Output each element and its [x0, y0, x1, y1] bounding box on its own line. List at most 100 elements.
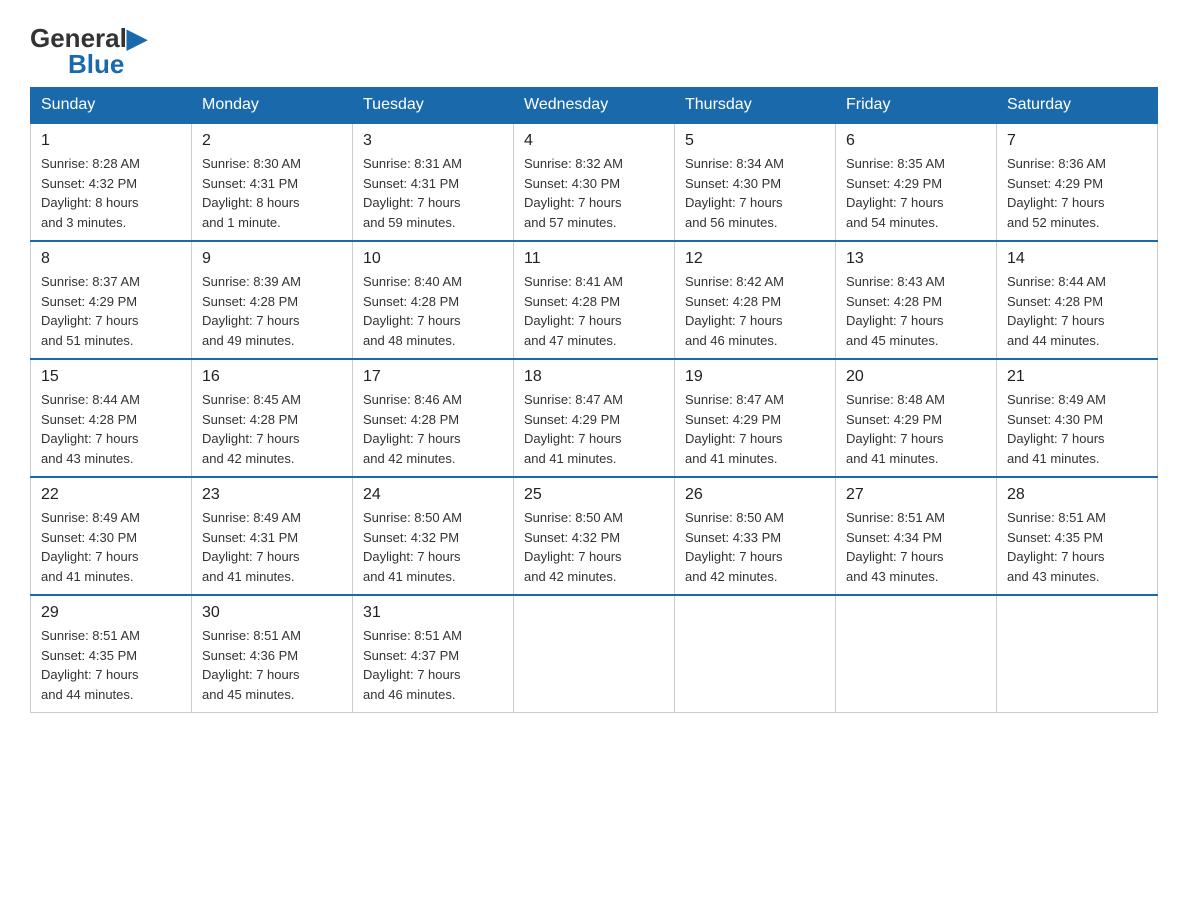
day-number: 4 — [524, 132, 664, 150]
day-info: Sunrise: 8:30 AMSunset: 4:31 PMDaylight:… — [202, 154, 342, 232]
day-info: Sunrise: 8:44 AMSunset: 4:28 PMDaylight:… — [1007, 272, 1147, 350]
day-number: 23 — [202, 486, 342, 504]
day-number: 24 — [363, 486, 503, 504]
day-number: 11 — [524, 250, 664, 268]
day-number: 8 — [41, 250, 181, 268]
day-number: 22 — [41, 486, 181, 504]
day-info: Sunrise: 8:51 AMSunset: 4:35 PMDaylight:… — [1007, 508, 1147, 586]
day-number: 18 — [524, 368, 664, 386]
day-number: 2 — [202, 132, 342, 150]
calendar-week-row: 29 Sunrise: 8:51 AMSunset: 4:35 PMDayligh… — [31, 595, 1158, 713]
day-number: 21 — [1007, 368, 1147, 386]
calendar-week-row: 15 Sunrise: 8:44 AMSunset: 4:28 PMDayligh… — [31, 359, 1158, 477]
day-info: Sunrise: 8:48 AMSunset: 4:29 PMDaylight:… — [846, 390, 986, 468]
calendar-day-cell: 29 Sunrise: 8:51 AMSunset: 4:35 PMDayligh… — [31, 595, 192, 713]
calendar-day-cell: 15 Sunrise: 8:44 AMSunset: 4:28 PMDayligh… — [31, 359, 192, 477]
calendar-week-row: 8 Sunrise: 8:37 AMSunset: 4:29 PMDaylight… — [31, 241, 1158, 359]
day-info: Sunrise: 8:42 AMSunset: 4:28 PMDaylight:… — [685, 272, 825, 350]
day-number: 5 — [685, 132, 825, 150]
calendar-day-cell: 16Sunrise: 8:45 AMSunset: 4:28 PMDayligh… — [192, 359, 353, 477]
day-info: Sunrise: 8:50 AMSunset: 4:32 PMDaylight:… — [524, 508, 664, 586]
day-info: Sunrise: 8:41 AMSunset: 4:28 PMDaylight:… — [524, 272, 664, 350]
day-number: 28 — [1007, 486, 1147, 504]
empty-cell — [514, 595, 675, 713]
weekday-header-wednesday: Wednesday — [514, 88, 675, 124]
calendar-day-cell: 8 Sunrise: 8:37 AMSunset: 4:29 PMDaylight… — [31, 241, 192, 359]
day-number: 29 — [41, 604, 181, 622]
empty-cell — [836, 595, 997, 713]
logo: General▶ Blue — [30, 25, 147, 77]
day-info: Sunrise: 8:43 AMSunset: 4:28 PMDaylight:… — [846, 272, 986, 350]
logo-general-text: General▶ — [30, 25, 147, 51]
day-number: 20 — [846, 368, 986, 386]
day-info: Sunrise: 8:31 AMSunset: 4:31 PMDaylight:… — [363, 154, 503, 232]
day-number: 1 — [41, 132, 181, 150]
day-number: 12 — [685, 250, 825, 268]
calendar-table: SundayMondayTuesdayWednesdayThursdayFrid… — [30, 87, 1158, 713]
day-number: 15 — [41, 368, 181, 386]
day-info: Sunrise: 8:36 AMSunset: 4:29 PMDaylight:… — [1007, 154, 1147, 232]
page-header: General▶ Blue — [30, 20, 1158, 77]
calendar-day-cell: 5Sunrise: 8:34 AMSunset: 4:30 PMDaylight… — [675, 123, 836, 241]
calendar-day-cell: 14 Sunrise: 8:44 AMSunset: 4:28 PMDayligh… — [997, 241, 1158, 359]
day-number: 31 — [363, 604, 503, 622]
day-number: 10 — [363, 250, 503, 268]
weekday-header-saturday: Saturday — [997, 88, 1158, 124]
day-number: 30 — [202, 604, 342, 622]
weekday-header-row: SundayMondayTuesdayWednesdayThursdayFrid… — [31, 88, 1158, 124]
logo-triangle-icon: ▶ — [127, 23, 147, 53]
empty-cell — [997, 595, 1158, 713]
day-number: 17 — [363, 368, 503, 386]
logo-blue-text: Blue — [68, 51, 147, 77]
calendar-day-cell: 25 Sunrise: 8:50 AMSunset: 4:32 PMDayligh… — [514, 477, 675, 595]
weekday-header-sunday: Sunday — [31, 88, 192, 124]
day-number: 14 — [1007, 250, 1147, 268]
day-info: Sunrise: 8:51 AMSunset: 4:34 PMDaylight:… — [846, 508, 986, 586]
calendar-day-cell: 4 Sunrise: 8:32 AMSunset: 4:30 PMDaylight… — [514, 123, 675, 241]
day-number: 27 — [846, 486, 986, 504]
calendar-day-cell: 22 Sunrise: 8:49 AMSunset: 4:30 PMDayligh… — [31, 477, 192, 595]
day-number: 6 — [846, 132, 986, 150]
calendar-day-cell: 10 Sunrise: 8:40 AMSunset: 4:28 PMDayligh… — [353, 241, 514, 359]
calendar-day-cell: 12 Sunrise: 8:42 AMSunset: 4:28 PMDayligh… — [675, 241, 836, 359]
calendar-day-cell: 13 Sunrise: 8:43 AMSunset: 4:28 PMDayligh… — [836, 241, 997, 359]
day-info: Sunrise: 8:51 AMSunset: 4:37 PMDaylight:… — [363, 626, 503, 704]
day-info: Sunrise: 8:39 AMSunset: 4:28 PMDaylight:… — [202, 272, 342, 350]
calendar-day-cell: 1Sunrise: 8:28 AMSunset: 4:32 PMDaylight… — [31, 123, 192, 241]
calendar-day-cell: 19Sunrise: 8:47 AMSunset: 4:29 PMDayligh… — [675, 359, 836, 477]
weekday-header-monday: Monday — [192, 88, 353, 124]
calendar-day-cell: 20 Sunrise: 8:48 AMSunset: 4:29 PMDayligh… — [836, 359, 997, 477]
day-number: 25 — [524, 486, 664, 504]
day-info: Sunrise: 8:51 AMSunset: 4:35 PMDaylight:… — [41, 626, 181, 704]
day-number: 9 — [202, 250, 342, 268]
calendar-day-cell: 17 Sunrise: 8:46 AMSunset: 4:28 PMDayligh… — [353, 359, 514, 477]
day-info: Sunrise: 8:32 AMSunset: 4:30 PMDaylight:… — [524, 154, 664, 232]
day-info: Sunrise: 8:49 AMSunset: 4:30 PMDaylight:… — [1007, 390, 1147, 468]
empty-cell — [675, 595, 836, 713]
calendar-day-cell: 30 Sunrise: 8:51 AMSunset: 4:36 PMDayligh… — [192, 595, 353, 713]
calendar-day-cell: 21 Sunrise: 8:49 AMSunset: 4:30 PMDayligh… — [997, 359, 1158, 477]
day-info: Sunrise: 8:49 AMSunset: 4:31 PMDaylight:… — [202, 508, 342, 586]
weekday-header-friday: Friday — [836, 88, 997, 124]
calendar-day-cell: 9 Sunrise: 8:39 AMSunset: 4:28 PMDaylight… — [192, 241, 353, 359]
weekday-header-tuesday: Tuesday — [353, 88, 514, 124]
calendar-day-cell: 3Sunrise: 8:31 AMSunset: 4:31 PMDaylight… — [353, 123, 514, 241]
day-number: 13 — [846, 250, 986, 268]
calendar-day-cell: 7Sunrise: 8:36 AMSunset: 4:29 PMDaylight… — [997, 123, 1158, 241]
day-info: Sunrise: 8:47 AMSunset: 4:29 PMDaylight:… — [685, 390, 825, 468]
weekday-header-thursday: Thursday — [675, 88, 836, 124]
day-info: Sunrise: 8:37 AMSunset: 4:29 PMDaylight:… — [41, 272, 181, 350]
day-number: 16 — [202, 368, 342, 386]
calendar-week-row: 1Sunrise: 8:28 AMSunset: 4:32 PMDaylight… — [31, 123, 1158, 241]
day-info: Sunrise: 8:51 AMSunset: 4:36 PMDaylight:… — [202, 626, 342, 704]
day-info: Sunrise: 8:44 AMSunset: 4:28 PMDaylight:… — [41, 390, 181, 468]
calendar-day-cell: 31 Sunrise: 8:51 AMSunset: 4:37 PMDayligh… — [353, 595, 514, 713]
calendar-day-cell: 28 Sunrise: 8:51 AMSunset: 4:35 PMDayligh… — [997, 477, 1158, 595]
day-info: Sunrise: 8:46 AMSunset: 4:28 PMDaylight:… — [363, 390, 503, 468]
calendar-day-cell: 26Sunrise: 8:50 AMSunset: 4:33 PMDayligh… — [675, 477, 836, 595]
day-info: Sunrise: 8:49 AMSunset: 4:30 PMDaylight:… — [41, 508, 181, 586]
day-info: Sunrise: 8:40 AMSunset: 4:28 PMDaylight:… — [363, 272, 503, 350]
calendar-day-cell: 24Sunrise: 8:50 AMSunset: 4:32 PMDayligh… — [353, 477, 514, 595]
calendar-day-cell: 27 Sunrise: 8:51 AMSunset: 4:34 PMDayligh… — [836, 477, 997, 595]
day-info: Sunrise: 8:35 AMSunset: 4:29 PMDaylight:… — [846, 154, 986, 232]
